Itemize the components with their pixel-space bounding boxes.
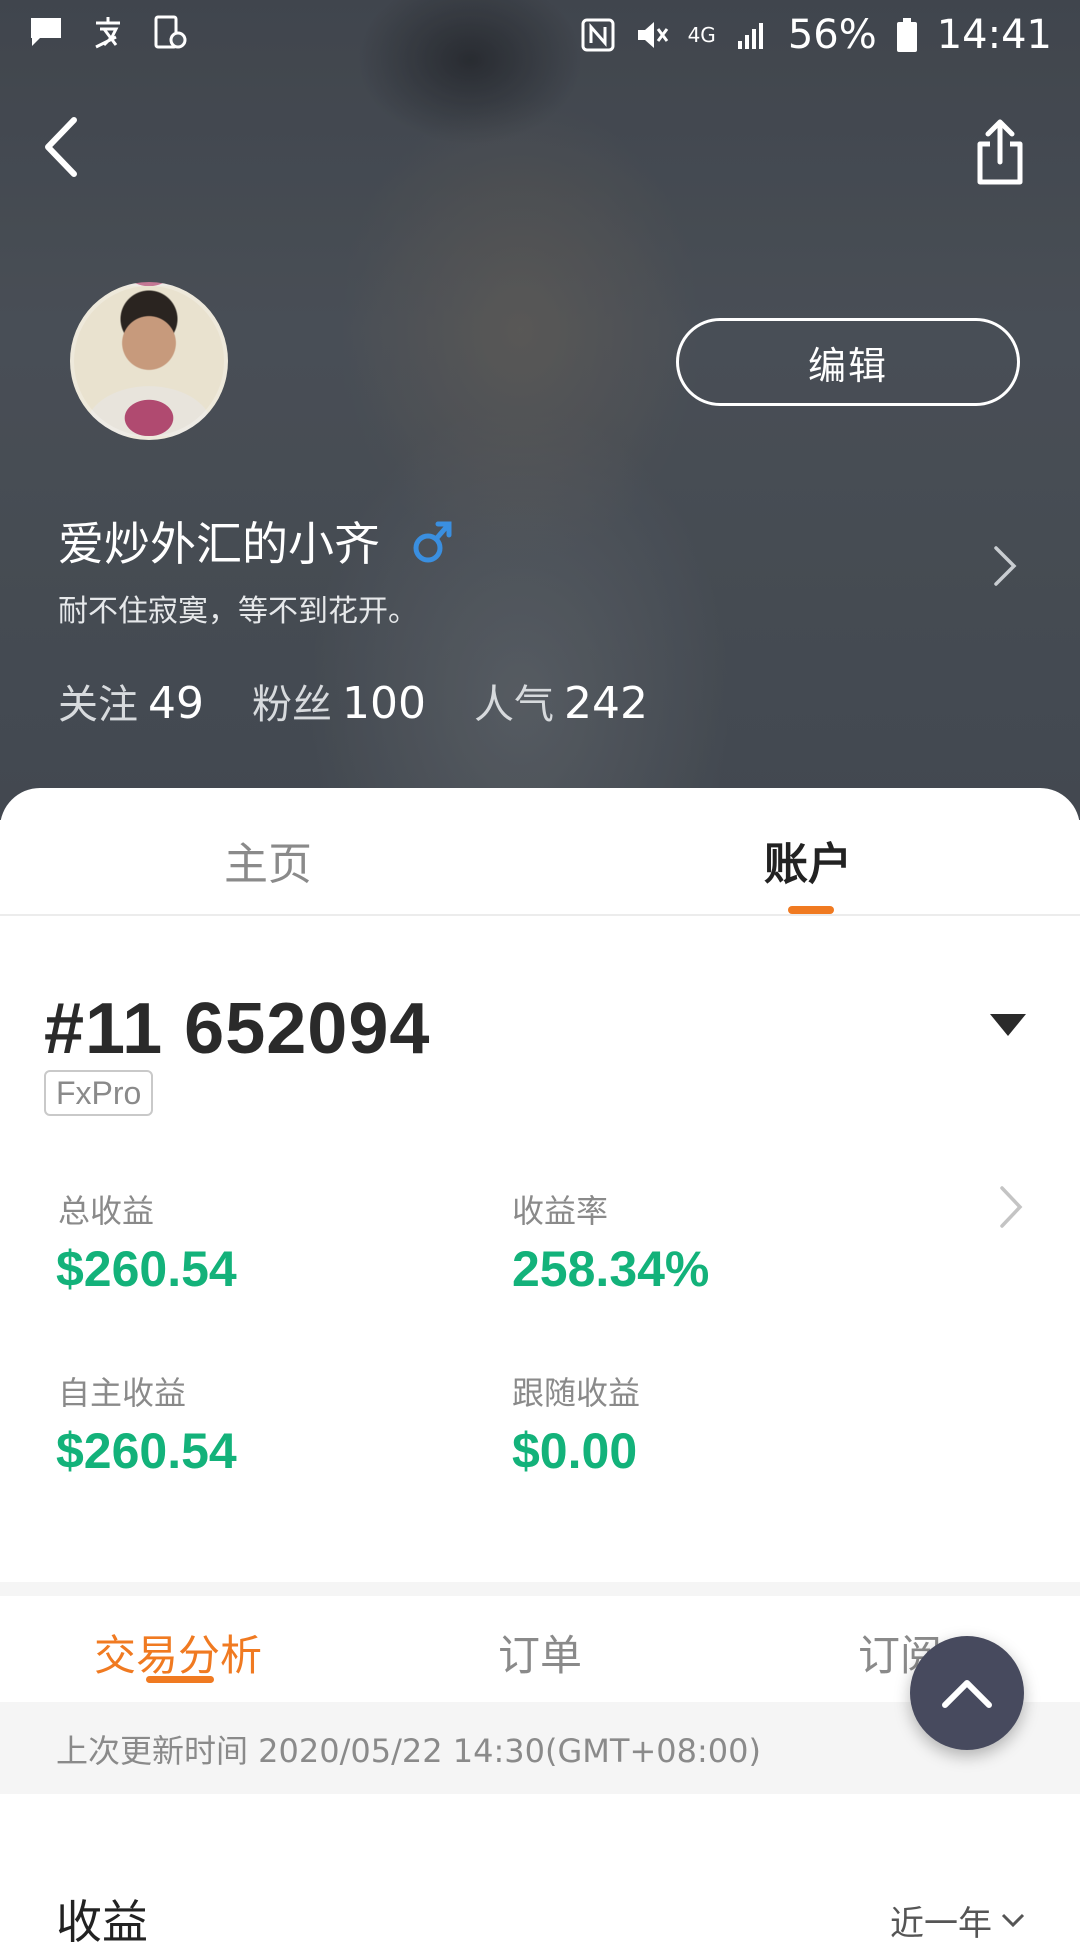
- clock: 14:41: [936, 12, 1052, 58]
- earnings-title: 收益: [56, 1895, 148, 1949]
- dropdown-triangle-icon[interactable]: [990, 1014, 1026, 1036]
- stat-followers[interactable]: 粉丝 100: [252, 672, 426, 730]
- stat-value: 100: [342, 678, 426, 729]
- broker-badge: FxPro: [44, 1070, 154, 1116]
- mute-icon: [637, 22, 668, 48]
- section-divider: [0, 1582, 1080, 1596]
- avatar[interactable]: [70, 282, 228, 440]
- tab-trade-analysis[interactable]: 交易分析: [94, 1622, 262, 1683]
- battery-icon: [896, 18, 917, 52]
- metric-return-rate-value: 258.34%: [512, 1241, 710, 1297]
- chevron-left-icon[interactable]: [36, 112, 96, 182]
- chevron-down-icon: [1001, 1913, 1025, 1927]
- nfc-icon: [581, 18, 615, 52]
- network-type: 4G: [687, 23, 716, 47]
- status-notifications: [28, 14, 188, 50]
- status-bar: 4G 56% 14:41: [0, 0, 1080, 72]
- signal-icon: [737, 23, 763, 49]
- edit-profile-button[interactable]: 编辑: [676, 318, 1020, 406]
- metric-follow-profit-label: 跟随收益: [512, 1374, 641, 1412]
- tab-indicator: [788, 906, 834, 914]
- metric-total-profit-label: 总收益: [58, 1192, 155, 1230]
- stat-label: 人气: [473, 682, 554, 728]
- username: 爱炒外汇的小齐: [58, 517, 380, 571]
- profile-stats: 关注 49 粉丝 100 人气 242: [58, 672, 648, 730]
- metric-self-profit-label: 自主收益: [58, 1374, 187, 1412]
- share-icon[interactable]: [972, 118, 1028, 186]
- username-row[interactable]: 爱炒外汇的小齐: [58, 508, 454, 574]
- chevron-right-icon[interactable]: [998, 1184, 1024, 1230]
- metric-return-rate-label: 收益率: [512, 1192, 609, 1230]
- battery-saver-icon: [154, 15, 187, 49]
- last-updated-text: 上次更新时间 2020/05/22 14:30(GMT+08:00): [56, 1732, 761, 1770]
- tab-orders[interactable]: 订单: [498, 1622, 582, 1683]
- range-select[interactable]: 近一年: [890, 1896, 1026, 1945]
- male-icon: [413, 521, 452, 563]
- metric-total-profit-value: $260.54: [56, 1241, 237, 1297]
- stat-following[interactable]: 关注 49: [58, 672, 204, 730]
- scroll-to-top-button[interactable]: [910, 1636, 1024, 1750]
- tab-home[interactable]: 主页: [224, 828, 312, 892]
- content-card: 主页 账户 #11 652094 FxPro 总收益 $260.54 收益率 2…: [0, 788, 1080, 1949]
- profile-tabs: 主页 账户: [0, 788, 1080, 916]
- tab-account[interactable]: 账户: [764, 828, 852, 892]
- stat-label: 粉丝: [252, 682, 332, 728]
- stat-popularity[interactable]: 人气 242: [474, 672, 648, 730]
- range-select-label: 近一年: [890, 1904, 992, 1944]
- account-number: #11 652094: [44, 989, 431, 1069]
- stat-value: 49: [148, 678, 204, 729]
- metric-self-profit-value: $260.54: [56, 1423, 237, 1479]
- bio: 耐不住寂寞，等不到花开。: [58, 594, 418, 629]
- battery-percent: 56%: [787, 12, 877, 58]
- chevron-up-icon: [942, 1680, 992, 1708]
- metric-follow-profit-value: $0.00: [512, 1423, 638, 1479]
- stat-label: 关注: [58, 682, 138, 728]
- sub-tab-indicator: [146, 1676, 214, 1683]
- status-system: 4G 56% 14:41: [580, 12, 1052, 58]
- stat-value: 242: [563, 678, 648, 729]
- chevron-right-icon[interactable]: [992, 544, 1018, 588]
- alipay-icon: [95, 17, 120, 49]
- message-icon: [31, 18, 61, 46]
